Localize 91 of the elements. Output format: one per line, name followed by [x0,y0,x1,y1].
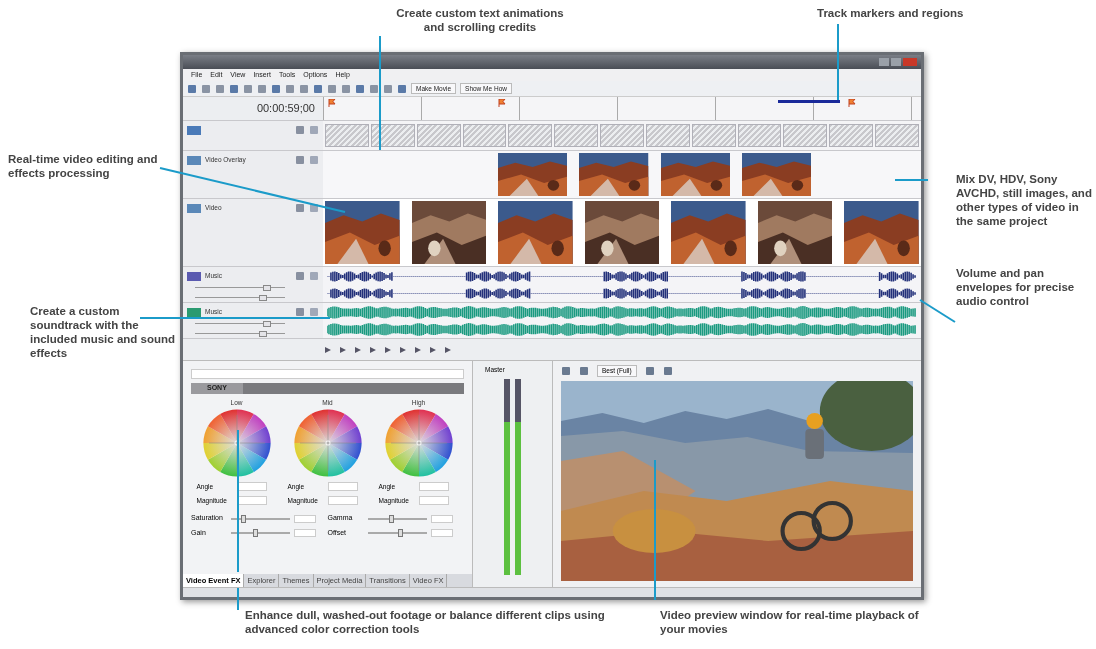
transport-icon[interactable] [398,344,408,355]
tool-icon[interactable] [201,83,211,94]
text-event[interactable] [600,124,644,147]
tool-icon[interactable] [187,83,197,94]
tool-icon[interactable] [644,365,655,376]
text-event[interactable] [416,124,461,147]
track-icon [187,203,201,213]
slider-thumb[interactable] [263,321,271,327]
transport-icon[interactable] [413,344,423,355]
text-event[interactable] [508,124,553,147]
value-field[interactable] [327,495,358,505]
color-wheel[interactable] [201,407,272,478]
value-field[interactable] [236,482,267,492]
color-wheel[interactable] [292,407,363,478]
text-event[interactable] [554,124,599,147]
slider[interactable] [231,514,290,523]
tool-icon[interactable] [215,83,225,94]
callout-text: Track markers and regions [817,6,965,20]
callout-text: Mix DV, HDV, Sony AVCHD, still images, and other types of video in the same project [956,172,1093,228]
track-icon [187,155,201,165]
marker-icon[interactable] [498,99,506,107]
tool-icon[interactable] [327,83,337,94]
slider[interactable] [195,331,285,337]
tool-icon[interactable] [243,83,253,94]
transport-icon[interactable] [443,344,453,355]
color-wheel[interactable] [383,407,454,478]
tool-icon[interactable] [299,83,309,94]
text-event[interactable] [325,124,369,147]
transport-icon[interactable] [428,344,438,355]
slider-thumb[interactable] [397,529,403,537]
value-field[interactable] [418,482,449,492]
text-event[interactable] [645,124,690,147]
leader-line [919,299,956,323]
slider[interactable] [195,295,285,301]
value-field[interactable] [294,529,316,537]
track-icon [187,125,201,135]
callout-text: Real-time video editing and effects processing [8,152,159,180]
transport-icon[interactable] [338,344,348,355]
leader-line [894,179,929,181]
slider-thumb[interactable] [240,514,246,523]
tool-icon[interactable] [579,365,589,376]
text-event[interactable] [737,124,782,147]
text-event[interactable] [370,124,415,147]
tool-icon[interactable] [355,83,365,94]
transport-icon[interactable] [383,344,393,355]
preset-field[interactable] [191,369,464,379]
value-field[interactable] [418,495,449,505]
slider-thumb[interactable] [263,285,271,291]
slider[interactable] [367,529,427,537]
tool-icon[interactable] [662,365,673,376]
slider[interactable] [231,529,290,537]
text-event[interactable] [462,124,507,147]
tool-icon[interactable] [271,83,281,94]
text-event[interactable] [783,124,828,147]
marker-icon[interactable] [328,99,336,107]
marker-icon[interactable] [848,99,856,107]
transport-icon[interactable] [368,344,378,355]
value-field[interactable] [236,495,267,505]
tool-icon[interactable] [257,83,267,94]
callout-text: Video preview window for real-time playback of your movies [660,608,920,636]
value-field[interactable] [327,482,358,492]
callout-text: Create a custom soundtrack with the included music and sound effects [30,304,177,360]
value-field[interactable] [294,514,316,523]
track-icon [187,271,201,281]
text-event[interactable] [691,124,736,147]
slider-thumb[interactable] [258,331,267,337]
slider-thumb[interactable] [252,529,258,537]
callout-text: Volume and pan envelopes for precise audio control [956,266,1076,308]
value-field[interactable] [430,529,453,537]
transport-icon[interactable] [353,344,363,355]
tool-icon[interactable] [341,83,351,94]
text-event[interactable] [875,124,919,147]
slider-thumb[interactable] [389,514,395,523]
slider[interactable] [367,514,427,523]
tool-icon[interactable] [285,83,295,94]
timecode: 00:00:59;00 [256,101,315,117]
callout-text: Create custom text animations and scrolling credits [395,6,565,34]
tool-icon[interactable] [369,83,379,94]
tool-icon[interactable] [229,83,239,94]
tool-icon[interactable] [397,83,407,94]
slider-thumb[interactable] [258,295,267,301]
tool-icon[interactable] [313,83,323,94]
callout-text: Enhance dull, washed-out footage or balance different clips using advanced color correction tools [245,608,605,636]
slider[interactable] [195,285,285,291]
tool-icon[interactable] [561,365,571,376]
value-field[interactable] [430,514,453,523]
text-event[interactable] [829,124,874,147]
transport-icon[interactable] [323,344,333,355]
track-icon [187,307,201,317]
slider[interactable] [195,321,285,327]
tool-icon[interactable] [383,83,393,94]
